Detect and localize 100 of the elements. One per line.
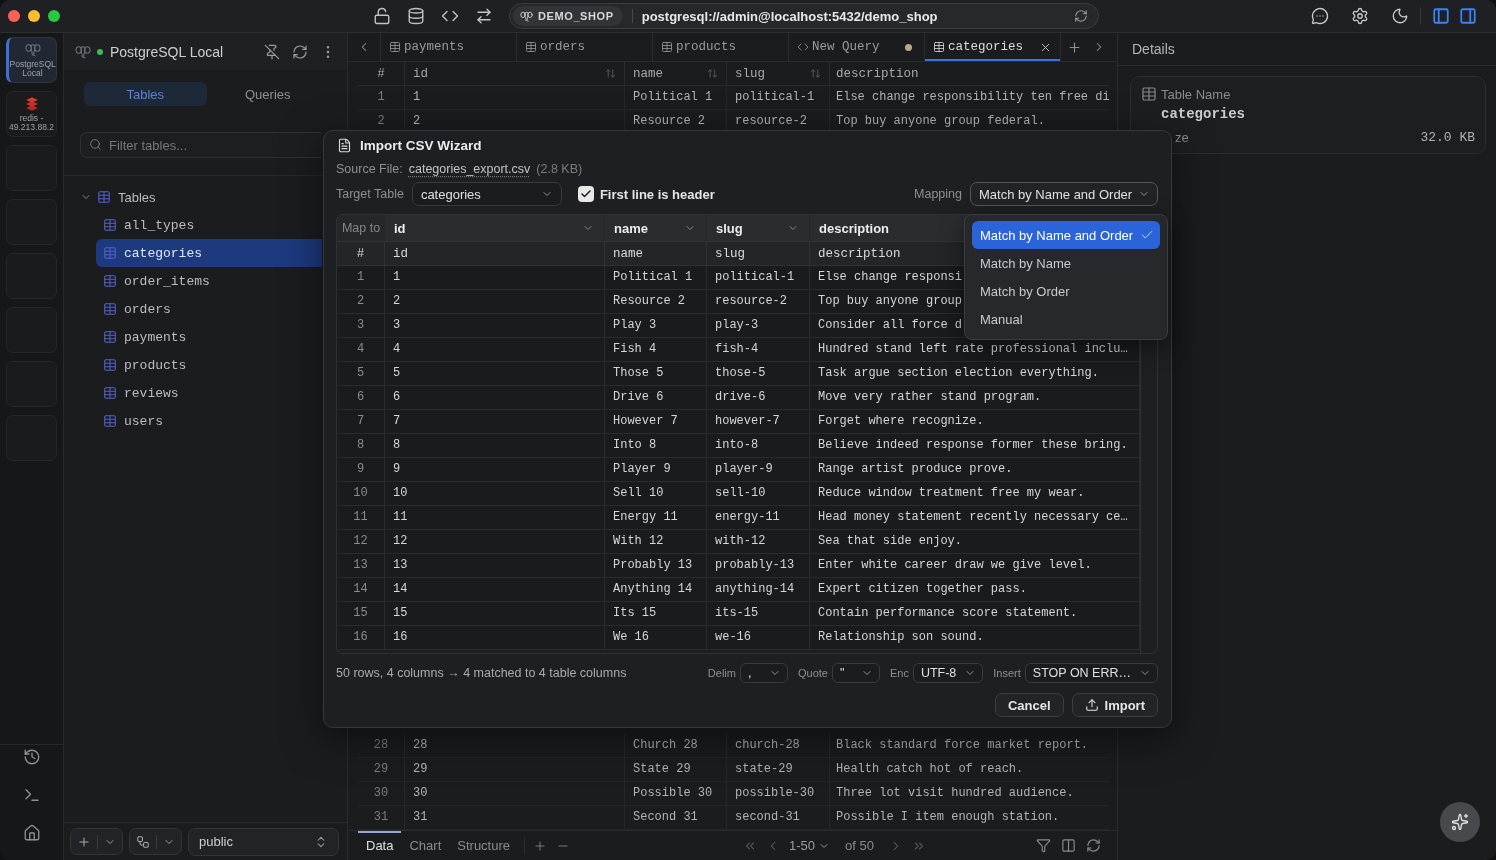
filter-icon[interactable] <box>1036 838 1051 853</box>
import-button[interactable]: Import <box>1071 693 1158 717</box>
add-split-button[interactable] <box>70 828 123 855</box>
tree-item[interactable]: all_types <box>96 211 322 239</box>
address-bar[interactable]: DEMO_SHOP postgresql://admin@localhost:5432/demo_shop <box>509 3 1099 29</box>
connection-card[interactable]: PostgreSQL Local <box>6 37 57 83</box>
tree-item[interactable]: payments <box>96 323 322 351</box>
schema-select[interactable]: public <box>188 827 339 856</box>
maximize-window-button[interactable] <box>48 10 60 22</box>
column-header: # <box>377 66 385 81</box>
refresh-icon[interactable] <box>1086 838 1101 853</box>
table-cell: Drive 6 <box>605 386 707 409</box>
tree-item[interactable]: orders <box>96 295 322 323</box>
option-select[interactable]: , <box>739 663 788 683</box>
page-range-select[interactable]: 1-50 <box>789 838 831 853</box>
minimize-window-button[interactable] <box>28 10 40 22</box>
sidebar-tab[interactable]: Queries <box>206 82 329 106</box>
column-map-select[interactable]: slug <box>707 215 810 241</box>
connection-card[interactable]: redis - 49.213.88.2 <box>6 91 57 137</box>
file-link[interactable]: categories_export.csv <box>408 162 531 176</box>
editor-tab[interactable]: payments <box>380 33 516 61</box>
table-cell: State 29 <box>625 758 727 781</box>
table-cell: its-15 <box>707 602 810 625</box>
close-window-button[interactable] <box>8 10 20 22</box>
table-cell: Probably 13 <box>605 554 707 577</box>
table-cell: 1 <box>385 266 605 289</box>
cancel-button[interactable]: Cancel <box>994 693 1064 717</box>
table-cell: Task argue section election everything. <box>810 362 1140 385</box>
table-cell: Anything 14 <box>605 578 707 601</box>
table-cell: 14 <box>385 578 605 601</box>
settings-icon[interactable] <box>1351 7 1369 25</box>
plus-icon[interactable] <box>1067 39 1082 55</box>
table-icon <box>661 41 673 53</box>
database-icon[interactable] <box>407 7 425 25</box>
sidebar-tab[interactable]: Tables <box>84 82 207 106</box>
view-tab[interactable]: Data <box>358 831 402 860</box>
option-label: Delim <box>707 667 736 679</box>
editor-tab[interactable]: orders <box>516 33 652 61</box>
row-number: 2 <box>337 290 385 313</box>
assistant-button[interactable] <box>1440 802 1480 842</box>
row-number: 28 <box>358 734 405 757</box>
table-cell: play-3 <box>707 314 810 337</box>
refresh-icon[interactable] <box>292 43 308 60</box>
editor-tab[interactable]: New Query <box>788 33 924 61</box>
connection-chip[interactable]: DEMO_SHOP <box>513 6 623 26</box>
diagram-split-button[interactable] <box>129 828 182 855</box>
target-table-select[interactable]: categories <box>411 182 562 206</box>
table-cell: political-1 <box>707 266 810 289</box>
tree-item[interactable]: categories <box>96 239 322 267</box>
header-checkbox[interactable] <box>577 186 594 202</box>
table-cell: state-29 <box>727 758 830 781</box>
plus-icon <box>77 834 91 849</box>
right-panel-icon[interactable] <box>1459 7 1477 25</box>
tree-item[interactable]: products <box>96 351 322 379</box>
field-label: Source File: <box>336 162 403 176</box>
menu-item[interactable]: Match by Name and Order <box>972 221 1160 249</box>
row-number: 1 <box>358 86 405 109</box>
field-label: ze <box>1175 130 1189 145</box>
swap-arrows-icon[interactable] <box>475 7 493 25</box>
tree-group[interactable]: Tables <box>64 183 164 211</box>
table-cell: Believe indeed response former these bring. <box>810 434 1140 457</box>
history-icon[interactable] <box>22 748 41 766</box>
terminal-icon[interactable] <box>22 786 41 804</box>
row-number: 15 <box>337 602 385 625</box>
editor-tab[interactable]: categories <box>924 33 1060 61</box>
column-map-select[interactable]: id <box>385 215 605 241</box>
tree-item[interactable]: users <box>96 407 322 435</box>
table-icon <box>97 190 111 204</box>
option-label: Enc <box>889 667 909 679</box>
page-total: of 50 <box>845 838 874 853</box>
table-cell: Contain performance score statement. <box>810 602 1140 625</box>
view-tab[interactable]: Chart <box>401 831 450 860</box>
refresh-icon[interactable] <box>1074 9 1088 23</box>
filter-input[interactable]: Filter tables... <box>80 132 321 158</box>
upload-icon <box>1084 698 1099 712</box>
mapping-select[interactable]: Match by Name and Order <box>970 182 1158 206</box>
view-tab[interactable]: Structure <box>449 831 518 860</box>
home-icon[interactable] <box>22 824 41 842</box>
crossed-pin-icon[interactable] <box>264 43 280 60</box>
table-cell: with-12 <box>707 530 810 553</box>
row-number: 31 <box>358 806 405 829</box>
editor-tab[interactable]: products <box>652 33 788 61</box>
columns-icon[interactable] <box>1061 838 1076 853</box>
connection-url: postgresql://admin@localhost:5432/demo_shop <box>641 8 939 24</box>
tree-item[interactable]: reviews <box>96 379 322 407</box>
lock-icon[interactable] <box>373 7 391 25</box>
table-cell: 11 <box>385 506 605 529</box>
check-icon <box>1140 228 1154 242</box>
table-cell: Possible 30 <box>625 782 727 805</box>
tree-item[interactable]: order_items <box>96 267 322 295</box>
option-select[interactable]: " <box>831 663 880 683</box>
table-cell: Political 1 <box>605 266 707 289</box>
column-map-select[interactable]: name <box>605 215 707 241</box>
table-cell: 16 <box>385 626 605 649</box>
chat-icon[interactable] <box>1311 7 1329 25</box>
sparkle-icon <box>1451 813 1469 831</box>
left-panel-icon[interactable] <box>1432 7 1450 25</box>
option-select[interactable]: UTF-8 <box>912 663 984 683</box>
option-select[interactable]: STOP ON ERR… <box>1024 663 1158 683</box>
moon-icon[interactable] <box>1391 7 1409 25</box>
